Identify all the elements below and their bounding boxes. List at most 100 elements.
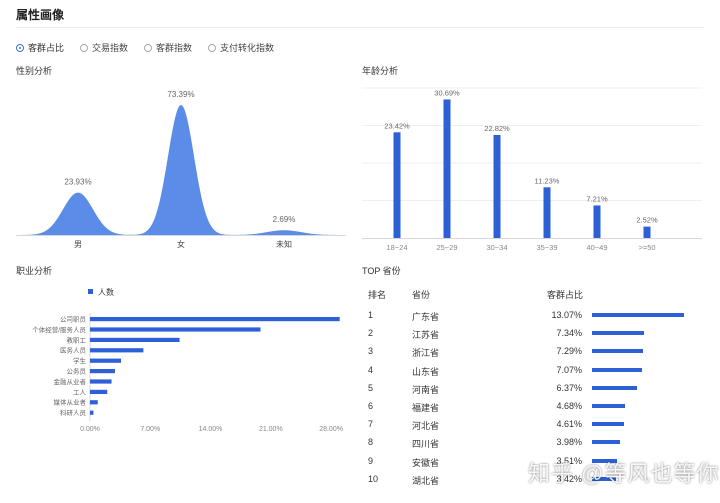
share-bar (592, 367, 642, 372)
age-data-label: 22.82% (484, 124, 510, 133)
share-bar (592, 331, 644, 336)
age-bar[interactable] (543, 187, 551, 238)
province-row[interactable]: 4 山东省 7.07% (362, 362, 702, 380)
occupation-bar[interactable] (90, 389, 108, 394)
share-bar (592, 349, 644, 354)
occupation-category-label: 科研人员 (60, 408, 87, 417)
occupation-category-label: 个体经营/服务人员 (32, 325, 86, 334)
occupation-x-tick: 14.00% (199, 426, 223, 433)
province-cell: 湖北省 (412, 475, 440, 486)
age-bar[interactable] (643, 226, 651, 238)
province-row[interactable]: 5 河南省 6.37% (362, 380, 702, 398)
rank-cell: 2 (368, 328, 374, 339)
province-cell: 安徽省 (412, 457, 440, 468)
occupation-bar[interactable] (90, 317, 340, 322)
occupation-category-label: 金融从业者 (54, 377, 87, 386)
occupation-category-label: 媒体从业者 (54, 398, 87, 407)
province-section-title: TOP 省份 (362, 266, 401, 276)
rank-cell: 10 (368, 473, 379, 484)
age-bar[interactable] (443, 99, 451, 238)
province-row[interactable]: 8 四川省 3.98% (362, 434, 702, 452)
share-bar (592, 422, 625, 427)
rank-cell: 8 (368, 437, 374, 448)
occupation-x-tick: 0.00% (80, 426, 100, 433)
province-row[interactable]: 7 河北省 4.61% (362, 416, 702, 434)
share-cell: 3.98% (556, 437, 582, 448)
rank-cell: 4 (368, 364, 374, 375)
occupation-category-label: 教职工 (67, 335, 87, 344)
age-data-label: 30.69% (434, 88, 460, 97)
radio-icon (80, 43, 89, 52)
share-cell: 7.07% (556, 364, 582, 375)
province-cell: 河北省 (412, 421, 440, 432)
occupation-bar[interactable] (90, 358, 121, 363)
occupation-bar[interactable] (90, 327, 261, 332)
legend-swatch (88, 289, 93, 294)
occupation-bar[interactable] (90, 410, 94, 415)
share-header: 客群占比 (547, 290, 584, 300)
tab-0[interactable]: 客群占比 (16, 41, 64, 54)
watermark: 知乎 @等风也等你 (528, 461, 720, 486)
occupation-bar[interactable] (90, 337, 180, 342)
occupation-x-tick: 28.00% (319, 426, 343, 433)
share-cell: 7.34% (556, 328, 582, 339)
gender-chart: 23.93% 男 73.39% 女 2.69% 未知 (16, 90, 346, 249)
share-bar (592, 440, 620, 445)
province-row[interactable]: 2 江苏省 7.34% (362, 325, 702, 343)
radio-icon (144, 43, 153, 52)
age-tick-label: 35~39 (536, 243, 557, 252)
legend-label: 人数 (98, 287, 114, 297)
occupation-category-label: 学生 (73, 356, 87, 365)
province-cell: 福建省 (412, 402, 440, 413)
share-bar (592, 385, 637, 390)
rank-cell: 7 (368, 419, 374, 430)
tab-label: 交易指数 (92, 43, 129, 53)
province-cell: 广东省 (412, 312, 440, 322)
age-data-label: 2.52% (636, 216, 658, 225)
tab-2[interactable]: 客群指数 (144, 41, 192, 54)
gender-data-label: 2.69% (273, 215, 296, 224)
occupation-bar[interactable] (90, 400, 98, 405)
occupation-category-label: 公务员 (67, 367, 87, 376)
occupation-chart: 人数公司职员个体经营/服务人员教职工医务人员学生公务员金融从业者工人媒体从业者科… (32, 287, 343, 433)
age-bar[interactable] (393, 132, 401, 238)
age-bar[interactable] (493, 134, 501, 238)
occupation-bar[interactable] (90, 379, 112, 384)
province-cell: 四川省 (412, 439, 440, 450)
title-divider (16, 27, 704, 28)
province-cell: 浙江省 (412, 348, 440, 359)
page-title: 属性画像 (16, 8, 65, 22)
age-tick-label: 30~34 (486, 243, 507, 252)
age-chart: 23.42% 18~24 30.69% 25~29 22.82% 30~34 11.23% 3… (362, 87, 702, 252)
share-cell: 4.61% (556, 419, 582, 430)
age-tick-label: >=50 (638, 243, 655, 252)
radio-icon (208, 43, 217, 52)
age-bar[interactable] (593, 205, 601, 238)
province-cell: 山东省 (412, 366, 440, 377)
province-row[interactable]: 1 广东省 13.07% (362, 307, 702, 325)
province-row[interactable]: 3 浙江省 7.29% (362, 343, 702, 361)
province-row[interactable]: 6 福建省 4.68% (362, 398, 702, 416)
age-data-label: 23.42% (384, 121, 410, 130)
province-table-header: 排名 省份 客群占比 (362, 285, 702, 307)
share-bar (592, 313, 684, 317)
rank-cell: 1 (368, 310, 374, 320)
tab-label: 支付转化指数 (220, 43, 275, 53)
rank-header: 排名 (368, 290, 387, 300)
tab-3[interactable]: 支付转化指数 (208, 41, 274, 54)
tab-1[interactable]: 交易指数 (80, 41, 128, 54)
occupation-x-tick: 7.00% (140, 426, 160, 433)
occupation-bar[interactable] (90, 348, 144, 353)
gender-tick-label: 未知 (276, 239, 292, 249)
share-cell: 4.68% (556, 400, 582, 411)
age-section-title: 年龄分析 (362, 66, 399, 76)
gender-section-title: 性别分析 (16, 66, 53, 76)
occupation-x-tick: 21.00% (259, 426, 283, 433)
province-cell: 江苏省 (412, 330, 440, 341)
share-cell: 13.07% (551, 310, 582, 320)
age-tick-label: 18~24 (386, 243, 407, 252)
occupation-category-label: 工人 (73, 388, 87, 396)
age-data-label: 7.21% (586, 194, 608, 203)
occupation-section-title: 职业分析 (16, 266, 53, 276)
occupation-bar[interactable] (90, 369, 115, 374)
